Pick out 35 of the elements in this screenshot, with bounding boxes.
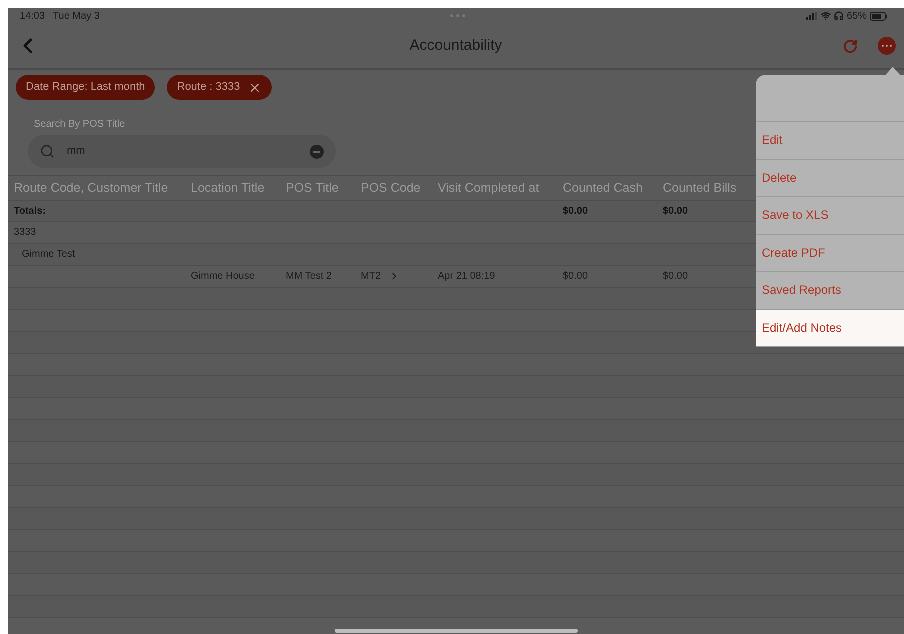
customer-label: Gimme Test (22, 248, 76, 262)
search-icon (40, 144, 55, 159)
column-header[interactable]: Location Title (191, 181, 265, 195)
filter-chip[interactable]: Date Range: Last month (16, 75, 156, 100)
headphones-icon (834, 11, 844, 21)
search-label: Search By POS Title (34, 118, 126, 132)
signal-icon (806, 12, 818, 20)
column-header[interactable]: POS Title (286, 181, 339, 195)
table-cell-text: Gimme House (191, 270, 255, 284)
table-cell: $0.00 (563, 206, 588, 216)
route-label: 3333 (14, 226, 36, 240)
page-title: Accountability (410, 36, 502, 56)
column-header[interactable]: Route Code, Customer Title (14, 181, 168, 195)
battery-percent: 65% (846, 10, 867, 24)
search-field[interactable]: mm (28, 135, 336, 168)
table-cell-text: MM Test 2 (286, 270, 332, 284)
table-cell: $0.00 (663, 206, 688, 216)
column-header[interactable]: POS Code (361, 181, 421, 195)
table-cell-text: Apr 21 08:19 (438, 270, 496, 284)
column-header[interactable]: Counted Bills (663, 181, 737, 195)
refresh-button[interactable] (843, 38, 858, 54)
column-header[interactable]: Counted Cash (563, 181, 643, 195)
table-cell-text: $0.00 (563, 270, 588, 284)
filter-chip[interactable]: Route : 3333 (167, 75, 272, 100)
status-date: Tue May 3 (53, 10, 100, 24)
table-cell-text: MT2 (361, 270, 381, 284)
menu-item[interactable]: Edit/Add Notes (756, 310, 904, 346)
battery-icon (870, 12, 888, 20)
totals-label: Totals: (14, 206, 46, 216)
more-button[interactable] (878, 37, 896, 55)
column-header[interactable]: Visit Completed at (438, 181, 540, 195)
status-time: 14:03 (20, 10, 46, 24)
clear-icon[interactable] (310, 144, 324, 158)
wifi-icon (820, 11, 831, 21)
table-cell-text: $0.00 (663, 270, 688, 284)
